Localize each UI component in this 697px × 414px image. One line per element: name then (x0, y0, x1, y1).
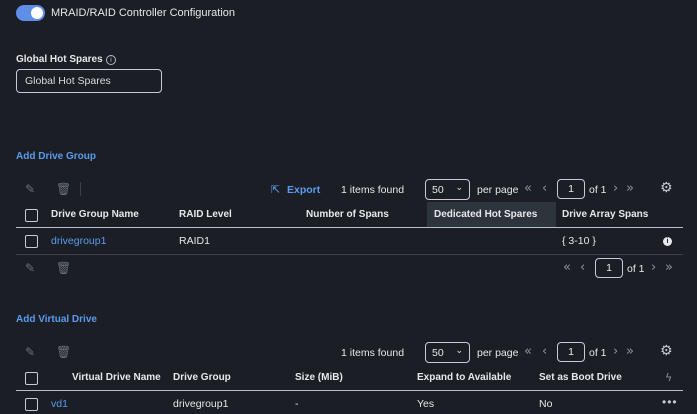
per-page-select[interactable]: 50 ⌄ (425, 342, 470, 363)
page-number-input[interactable]: 1 (557, 179, 585, 199)
toggle-knob (31, 7, 43, 19)
page-number-input[interactable]: 1 (595, 258, 623, 278)
column-header[interactable]: Dedicated Hot Spares (434, 209, 537, 220)
row-checkbox[interactable] (25, 235, 38, 248)
first-page-icon[interactable]: « (563, 260, 571, 275)
per-page-select[interactable]: 50 ⌄ (425, 179, 470, 200)
drive-array-spans-cell: { 3-10 } (562, 235, 596, 247)
edit-icon[interactable]: ✎ (25, 261, 35, 275)
chevron-down-icon: ⌄ (455, 346, 463, 356)
raid-level-cell: RAID1 (179, 235, 210, 247)
column-header[interactable]: Number of Spans (306, 209, 389, 220)
column-header[interactable]: Virtual Drive Name (72, 372, 161, 383)
per-page-value: 50 (432, 184, 444, 196)
items-found-count: 1 items found (341, 184, 405, 196)
delete-icon[interactable]: 🗑 (56, 261, 71, 275)
delete-icon[interactable]: 🗑 (56, 182, 71, 196)
page-of-total: of 1 (627, 263, 645, 275)
more-actions-icon[interactable]: ••• (662, 395, 678, 409)
drive-group-cell: drivegroup1 (173, 398, 229, 410)
prev-page-icon[interactable]: ‹ (542, 344, 547, 359)
select-all-checkbox[interactable] (25, 372, 38, 385)
expand-cell: Yes (417, 398, 435, 410)
edit-icon[interactable]: ✎ (25, 345, 35, 359)
add-virtual-drive-link[interactable]: Add Virtual Drive (16, 314, 97, 325)
page-of-total: of 1 (589, 184, 607, 196)
last-page-icon[interactable]: » (665, 260, 673, 275)
add-drive-group-link[interactable]: Add Drive Group (16, 151, 96, 162)
edit-icon[interactable]: ✎ (25, 182, 35, 196)
first-page-icon[interactable]: « (524, 181, 532, 196)
per-page-value: 50 (432, 347, 444, 359)
last-page-icon[interactable]: » (626, 344, 634, 359)
page-number-input[interactable]: 1 (557, 342, 585, 362)
global-hot-spares-label: Global Hot Spares (16, 54, 103, 65)
boot-drive-cell: No (539, 398, 553, 410)
page-title: MRAID/RAID Controller Configuration (51, 7, 236, 19)
info-icon[interactable]: i (106, 55, 116, 65)
table-header-divider (16, 390, 683, 391)
column-header[interactable]: Drive Group Name (51, 209, 139, 220)
select-all-checkbox[interactable] (25, 209, 38, 222)
chevron-down-icon: ⌄ (455, 183, 463, 193)
controller-config-toggle[interactable] (16, 5, 45, 21)
export-button[interactable]: Export (287, 184, 320, 196)
export-icon[interactable]: ⇱ (271, 183, 280, 196)
column-header[interactable]: Set as Boot Drive (539, 372, 622, 383)
row-checkbox[interactable] (25, 398, 38, 411)
next-page-icon[interactable]: › (613, 181, 618, 196)
column-header[interactable]: Drive Group (173, 372, 231, 383)
row-info-icon[interactable]: i (663, 237, 672, 246)
per-page-label: per page (477, 184, 519, 196)
column-header[interactable]: Size (MiB) (295, 372, 343, 383)
drive-group-name-link[interactable]: drivegroup1 (51, 235, 106, 247)
gear-icon[interactable]: ⚙ (660, 343, 673, 359)
first-page-icon[interactable]: « (524, 344, 532, 359)
next-page-icon[interactable]: › (651, 260, 656, 275)
gear-icon[interactable]: ⚙ (660, 180, 673, 196)
prev-page-icon[interactable]: ‹ (542, 181, 547, 196)
prev-page-icon[interactable]: ‹ (580, 260, 585, 275)
row-divider (16, 254, 683, 255)
page-of-total: of 1 (589, 347, 607, 359)
delete-icon[interactable]: 🗑 (56, 345, 71, 359)
column-header[interactable]: Drive Array Spans (562, 209, 648, 220)
lightning-icon[interactable]: ϟ (665, 371, 672, 384)
column-header[interactable]: Expand to Available (417, 372, 511, 383)
global-hot-spares-input[interactable]: Global Hot Spares (16, 69, 162, 93)
virtual-drive-name-link[interactable]: vd1 (51, 398, 68, 410)
next-page-icon[interactable]: › (613, 344, 618, 359)
toolbar-divider (80, 182, 81, 196)
size-cell: - (295, 398, 299, 410)
column-header[interactable]: RAID Level (179, 209, 232, 220)
last-page-icon[interactable]: » (626, 181, 634, 196)
items-found-count: 1 items found (341, 347, 405, 359)
table-header-divider (16, 227, 683, 228)
per-page-label: per page (477, 347, 519, 359)
